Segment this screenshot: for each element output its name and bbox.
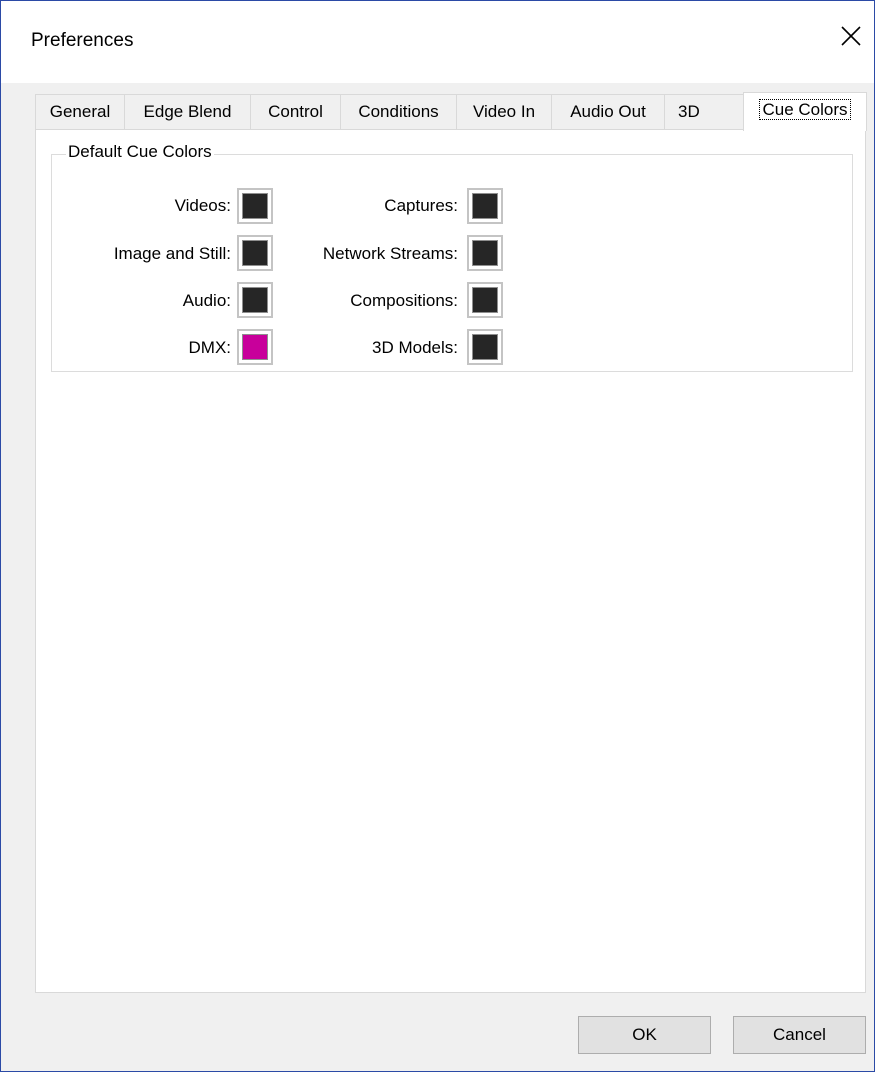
image-and-still-color-swatch[interactable] (237, 235, 273, 271)
title-bar: Preferences (1, 1, 874, 83)
captures-color-fill (472, 193, 498, 219)
dmx-color-swatch[interactable] (237, 329, 273, 365)
image-and-still-color-fill (242, 240, 268, 266)
compositions-color-swatch[interactable] (467, 282, 503, 318)
network-streams-color-swatch[interactable] (467, 235, 503, 271)
compositions-label: Compositions: (350, 291, 458, 310)
group-title: Default Cue Colors (66, 142, 214, 162)
3d-models-color-fill (472, 334, 498, 360)
audio-color-swatch[interactable] (237, 282, 273, 318)
dmx-label: DMX: (188, 338, 232, 357)
captures-color-swatch[interactable] (467, 188, 503, 224)
videos-label: Videos: (174, 196, 231, 215)
videos-color-fill (242, 193, 268, 219)
tab-cue-colors[interactable]: Cue Colors (743, 92, 867, 131)
cancel-button[interactable]: Cancel (733, 1016, 866, 1054)
default-cue-colors-group: Default Cue Colors Videos: Image and Sti… (51, 142, 853, 372)
audio-label: Audio: (182, 291, 231, 310)
close-icon (841, 26, 861, 46)
tab-panel-cue-colors: Default Cue Colors Videos: Image and Sti… (35, 129, 866, 993)
dmx-color-fill (242, 334, 268, 360)
network-streams-color-fill (472, 240, 498, 266)
tab-video-in[interactable]: Video In (456, 94, 552, 129)
close-button[interactable] (828, 17, 874, 63)
3d-models-color-swatch[interactable] (467, 329, 503, 365)
ok-button[interactable]: OK (578, 1016, 711, 1054)
tab-conditions[interactable]: Conditions (340, 94, 457, 129)
audio-color-fill (242, 287, 268, 313)
tab-strip: General Edge Blend Control Conditions Vi… (35, 92, 869, 131)
network-streams-label: Network Streams: (322, 244, 458, 263)
tab-general[interactable]: General (35, 94, 125, 129)
captures-label: Captures: (384, 196, 458, 215)
videos-color-swatch[interactable] (237, 188, 273, 224)
window-title: Preferences (31, 30, 134, 51)
tab-3d[interactable]: 3D (664, 94, 744, 129)
image-and-still-label: Image and Still: (113, 244, 231, 263)
3d-models-label: 3D Models: (372, 338, 458, 357)
tab-edge-blend[interactable]: Edge Blend (124, 94, 251, 129)
tab-audio-out[interactable]: Audio Out (551, 94, 665, 129)
tab-control[interactable]: Control (250, 94, 341, 129)
preferences-dialog: Preferences General Edge Blend Control C… (0, 0, 875, 1072)
compositions-color-fill (472, 287, 498, 313)
